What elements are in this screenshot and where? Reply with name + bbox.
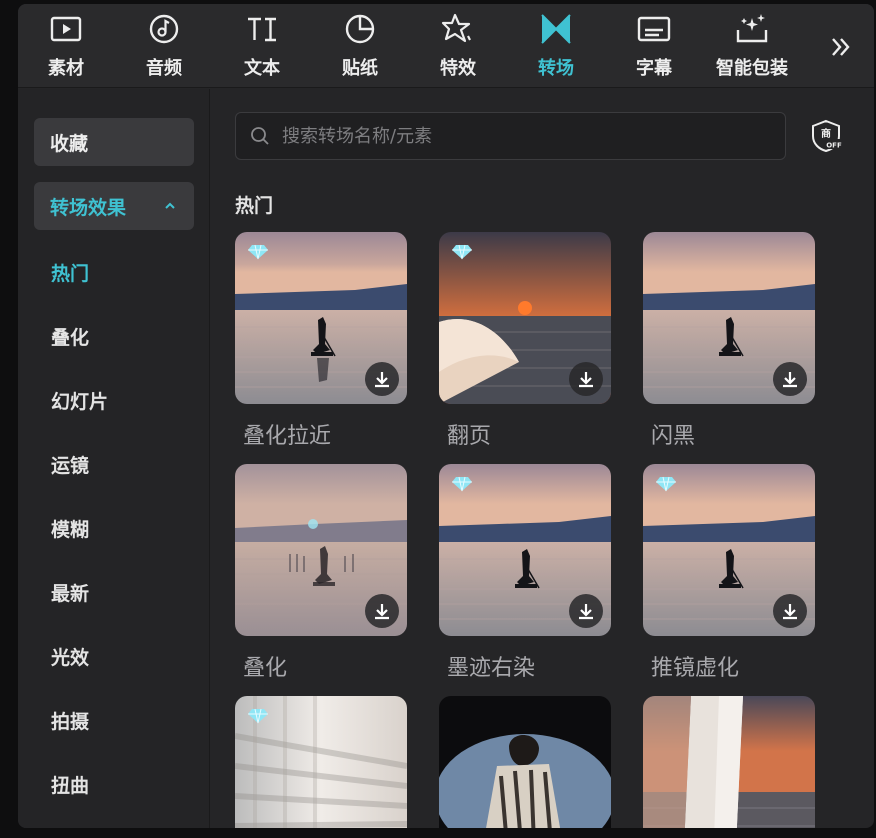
search-box[interactable] <box>235 112 786 160</box>
sidebar-item-camera-move[interactable]: 运镜 <box>51 451 89 478</box>
download-button[interactable] <box>365 594 399 628</box>
transition-card[interactable]: 叠化拉近 <box>235 232 407 450</box>
text-icon <box>248 17 276 42</box>
download-button[interactable] <box>773 362 807 396</box>
card-label: 翻页 <box>447 424 492 449</box>
card-thumbnail <box>643 464 815 636</box>
diamond-icon <box>452 244 472 260</box>
transition-card[interactable]: 推镜虚化 <box>643 464 815 682</box>
media-icon <box>50 16 82 42</box>
card-thumbnail <box>235 696 407 828</box>
card-label: 墨迹右染 <box>447 656 536 681</box>
sunset-page-curl-scene <box>643 696 815 828</box>
sidebar-item-blur[interactable]: 模糊 <box>51 515 89 542</box>
card-thumbnail <box>235 232 407 404</box>
download-icon <box>375 372 389 388</box>
card-label: 闪黑 <box>651 424 696 449</box>
transition-card[interactable]: 叠化 <box>235 464 407 682</box>
chevron-up-icon <box>165 202 175 209</box>
card-thumbnail <box>439 232 611 404</box>
transition-card[interactable]: 闪黑 <box>643 232 815 450</box>
sidebar-item-hot[interactable]: 热门 <box>51 259 89 286</box>
tab-caption[interactable]: 字幕 <box>606 12 702 84</box>
transition-card[interactable] <box>643 696 815 828</box>
search-input[interactable] <box>282 125 785 147</box>
transition-card[interactable] <box>235 696 407 828</box>
card-thumbnail <box>643 232 815 404</box>
tab-effects[interactable]: 特效 <box>410 12 506 84</box>
tab-smart-pack[interactable]: 智能包装 <box>704 12 800 84</box>
download-icon <box>579 604 593 620</box>
sidebar-favorites[interactable]: 收藏 <box>34 118 194 166</box>
transition-card[interactable]: 墨迹右染 <box>439 464 611 682</box>
svg-text:OFF: OFF <box>826 142 842 150</box>
commercial-off-icon[interactable]: 商 OFF <box>809 119 843 153</box>
sidebar: 收藏 转场效果 热门 叠化 幻灯片 运镜 模糊 最新 光效 拍摄 扭曲 <box>18 89 210 828</box>
tab-sticker[interactable]: 贴纸 <box>312 12 408 84</box>
download-button[interactable] <box>569 594 603 628</box>
section-title-hot: 热门 <box>235 195 274 217</box>
tab-media[interactable]: 素材 <box>18 12 114 84</box>
tab-audio[interactable]: 音频 <box>116 12 212 84</box>
sidebar-item-light-effects[interactable]: 光效 <box>51 643 89 670</box>
tab-transition[interactable]: 转场 <box>508 12 604 84</box>
caption-icon <box>637 16 671 42</box>
card-thumbnail <box>439 464 611 636</box>
card-thumbnail <box>643 696 815 828</box>
card-thumbnail <box>235 464 407 636</box>
download-icon <box>375 604 389 620</box>
download-button[interactable] <box>365 362 399 396</box>
sidebar-item-shooting[interactable]: 拍摄 <box>51 707 89 734</box>
download-icon <box>579 372 593 388</box>
transition-card[interactable] <box>439 696 611 828</box>
transition-icon <box>541 14 571 44</box>
double-chevron-right-icon[interactable] <box>826 32 856 62</box>
download-button[interactable] <box>773 594 807 628</box>
audio-icon <box>149 14 179 44</box>
sidebar-item-newest[interactable]: 最新 <box>51 579 89 606</box>
sidebar-item-distort[interactable]: 扭曲 <box>51 771 89 798</box>
search-icon <box>251 127 269 145</box>
effects-icon <box>441 13 471 43</box>
diamond-icon <box>248 708 268 724</box>
vignette-portrait-scene <box>439 696 611 828</box>
sidebar-category-transition-effects[interactable]: 转场效果 <box>34 182 194 230</box>
sidebar-item-slideshow[interactable]: 幻灯片 <box>51 387 108 414</box>
download-button[interactable] <box>569 362 603 396</box>
sticker-icon <box>345 14 375 44</box>
top-toolbar: 素材 音频 文本 贴纸 特效 转场 字幕 智能包装 <box>18 4 874 88</box>
main-content: 商 OFF 热门 <box>211 89 874 828</box>
transition-card[interactable]: 翻页 <box>439 232 611 450</box>
tab-text[interactable]: 文本 <box>214 12 310 84</box>
diamond-icon <box>452 476 472 492</box>
svg-text:商: 商 <box>821 127 831 140</box>
card-label: 叠化拉近 <box>243 424 332 449</box>
transition-panel: 素材 音频 文本 贴纸 特效 转场 字幕 智能包装 收藏 转场效果 热门 叠化 … <box>18 4 874 828</box>
smart-pack-icon <box>736 14 768 43</box>
diamond-icon <box>248 244 268 260</box>
download-icon <box>783 604 797 620</box>
download-icon <box>783 372 797 388</box>
sidebar-item-dissolve[interactable]: 叠化 <box>51 323 89 350</box>
card-label: 推镜虚化 <box>651 656 740 681</box>
card-thumbnail <box>439 696 611 828</box>
card-label: 叠化 <box>243 656 288 681</box>
diamond-icon <box>656 476 676 492</box>
